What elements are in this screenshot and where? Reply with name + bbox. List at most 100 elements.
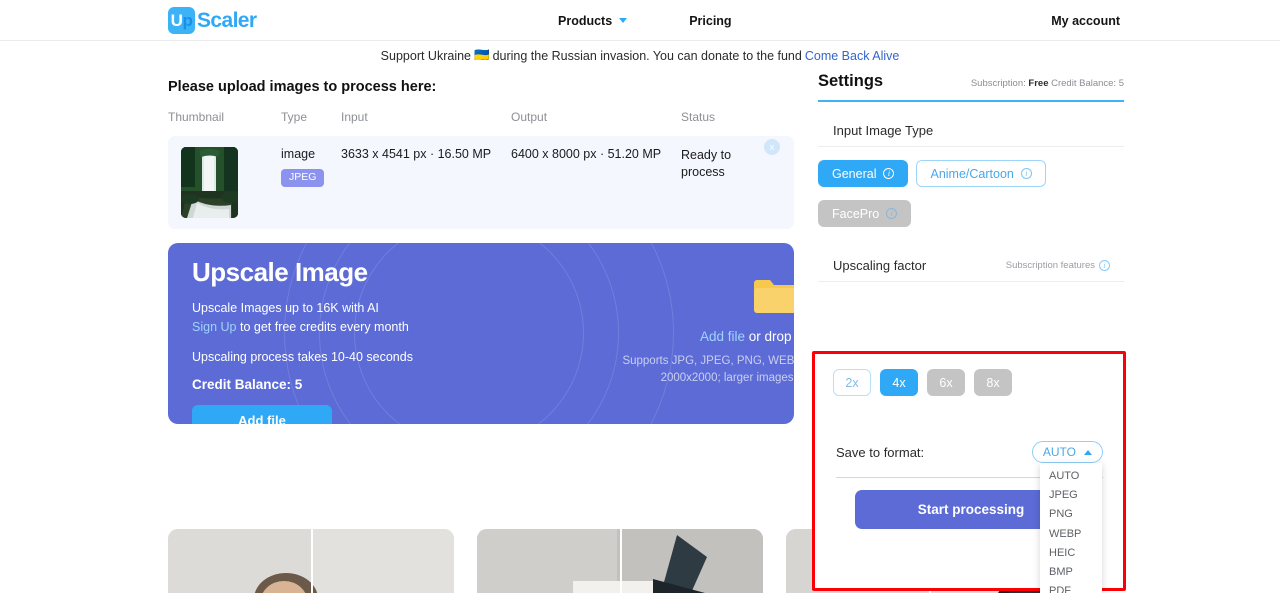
- settings-underline: [818, 100, 1124, 102]
- input-image-type-row: Input Image Type: [818, 114, 1124, 147]
- input-image-type-label: Input Image Type: [833, 122, 934, 138]
- cell-input-dimensions: 3633 x 4541 px · 16.50 MP: [341, 147, 492, 161]
- dropzone-prompt: Add file or drop files here: [600, 329, 794, 344]
- factor-8x: 8x: [974, 369, 1012, 396]
- chip-anime-cartoon[interactable]: Anime/Cartoon i: [916, 160, 1046, 187]
- table-header-row: Thumbnail Type Input Output Status: [168, 110, 794, 136]
- logo-letter-u: U: [170, 11, 183, 30]
- save-to-format-label: Save to format:: [836, 444, 925, 460]
- format-option-jpeg[interactable]: JPEG: [1040, 486, 1102, 505]
- dropzone-content: Add file or drop files here Supports JPG…: [600, 277, 794, 386]
- hero-line-2-tail: to get free credits every month: [239, 319, 409, 334]
- dropzone-prompt-rest: or drop files here: [748, 329, 794, 344]
- chip-facepro-label: FacePro: [832, 206, 880, 221]
- cell-output-dimensions: 6400 x 8000 px · 51.20 MP: [511, 147, 662, 161]
- format-select-value: AUTO: [1042, 445, 1076, 459]
- settings-title: Settings: [818, 72, 884, 90]
- chevron-up-icon: [1084, 449, 1092, 455]
- file-format-badge: JPEG: [281, 169, 325, 187]
- format-option-auto[interactable]: AUTO: [1040, 467, 1102, 486]
- save-to-format-row: Save to format: AUTO: [836, 441, 1103, 463]
- nav-products-label: Products: [558, 13, 613, 28]
- format-dropdown-menu: AUTO JPEG PNG WEBP HEIC BMP PDF: [1040, 463, 1102, 593]
- logo-wordmark: Scaler: [197, 8, 257, 32]
- ukraine-support-banner: Support Ukraine 🇺🇦 during the Russian in…: [0, 41, 1280, 70]
- logo-letter-p: p: [182, 11, 193, 30]
- info-icon[interactable]: i: [1099, 259, 1110, 271]
- logo-mark-icon: Up: [168, 7, 195, 34]
- subscription-info: Subscription: Free Credit Balance: 5: [971, 78, 1124, 89]
- format-option-webp[interactable]: WEBP: [1040, 525, 1102, 544]
- status-badge: Ready to process: [681, 148, 732, 179]
- cell-status: Ready to process x: [681, 136, 794, 229]
- nav-account-label: My account: [1051, 13, 1120, 28]
- nav-item-pricing[interactable]: Pricing: [689, 14, 731, 28]
- column-header-type: Type: [281, 110, 308, 124]
- close-icon[interactable]: x: [764, 139, 780, 155]
- page-title: Please upload images to process here:: [168, 79, 437, 95]
- waterfall-thumbnail-graphic: [181, 147, 238, 218]
- nav-item-my-account[interactable]: My account: [1051, 0, 1120, 41]
- nav-pricing-label: Pricing: [689, 13, 732, 28]
- gallery-card-2[interactable]: [477, 529, 763, 593]
- banner-text-after: during the Russian invasion. You can don…: [492, 48, 802, 63]
- column-header-output: Output: [511, 110, 548, 124]
- chip-anime-cartoon-label: Anime/Cartoon: [930, 166, 1014, 181]
- nav-links: Products Pricing: [558, 0, 732, 41]
- hero-line-1: Upscale Images up to 16K with AI: [192, 301, 379, 315]
- column-header-status: Status: [681, 110, 716, 124]
- comparison-divider[interactable]: [620, 529, 622, 593]
- input-image-type-chips-second-row: FacePro i: [818, 200, 1124, 227]
- table-row: image JPEG 3633 x 4541 px · 16.50 MP 640…: [168, 136, 794, 229]
- sign-up-link[interactable]: Sign Up: [192, 320, 236, 334]
- input-image-type-chips: General i Anime/Cartoon i: [818, 160, 1124, 187]
- chip-general[interactable]: General i: [818, 160, 909, 187]
- chevron-down-icon: [619, 18, 628, 23]
- format-option-bmp[interactable]: BMP: [1040, 563, 1102, 582]
- comparison-divider[interactable]: [311, 529, 313, 593]
- folder-icon: [600, 277, 794, 315]
- dropzone-format-note: Supports JPG, JPEG, PNG, WEBP or BMP up …: [622, 355, 794, 384]
- hero-subtitle: Upscale Images up to 16K with AI Sign Up…: [192, 299, 492, 337]
- format-select-button[interactable]: AUTO: [1031, 441, 1103, 463]
- hero-title: Upscale Image: [192, 257, 368, 287]
- file-thumbnail-image: [181, 147, 238, 218]
- hero-credit-balance: Credit Balance: 5: [192, 376, 303, 392]
- come-back-alive-link[interactable]: Come Back Alive: [805, 49, 899, 63]
- column-header-thumbnail: Thumbnail: [168, 110, 225, 124]
- gallery-card-1[interactable]: [168, 529, 454, 593]
- settings-panel: Settings Subscription: Free Credit Balan…: [818, 72, 1124, 282]
- format-option-heic[interactable]: HEIC: [1040, 544, 1102, 563]
- column-header-input: Input: [341, 110, 368, 124]
- factor-2x[interactable]: 2x: [833, 369, 871, 396]
- dropzone-add-file-link[interactable]: Add file: [700, 329, 745, 344]
- cell-type: image JPEG: [281, 136, 341, 229]
- factor-6x: 6x: [927, 369, 965, 396]
- top-navbar: Up Scaler Products Pricing My account: [0, 0, 1280, 41]
- info-icon[interactable]: i: [1020, 168, 1032, 179]
- subscription-features-label: Subscription features: [1005, 259, 1095, 271]
- info-icon[interactable]: i: [886, 208, 898, 219]
- format-option-png[interactable]: PNG: [1040, 505, 1102, 524]
- upscaling-factor-row: Upscaling factor Subscription features i: [818, 249, 1124, 282]
- subscription-label: Subscription:: [970, 78, 1026, 89]
- subscription-features-hint[interactable]: Subscription features i: [1005, 259, 1110, 271]
- ukraine-flag-icon: 🇺🇦: [474, 48, 490, 62]
- nav-item-products[interactable]: Products: [558, 13, 628, 28]
- factor-4x[interactable]: 4x: [880, 369, 918, 396]
- chip-general-label: General: [832, 166, 877, 181]
- add-file-button[interactable]: Add file: [192, 404, 332, 424]
- hero-copy: Upscale Image Upscale Images up to 16K w…: [192, 257, 492, 424]
- info-icon[interactable]: i: [883, 168, 895, 179]
- page-body: Please upload images to process here: Th…: [0, 70, 1280, 593]
- uploaded-files-table: Thumbnail Type Input Output Status image…: [168, 110, 794, 229]
- upscale-hero-dropzone[interactable]: Upscale Image Upscale Images up to 16K w…: [168, 243, 794, 424]
- banner-text-before: Support Ukraine: [380, 48, 471, 63]
- credit-balance-label: Credit Balance: 5: [1051, 78, 1124, 89]
- upload-section: Please upload images to process here: Th…: [168, 79, 794, 424]
- hero-processing-time: Upscaling process takes 10-40 seconds: [192, 349, 413, 364]
- file-type-label: image: [281, 147, 316, 161]
- site-logo[interactable]: Up Scaler: [168, 7, 257, 34]
- upscaling-factor-options: 2x 4x 6x 8x: [833, 369, 1012, 396]
- format-option-pdf[interactable]: PDF: [1040, 582, 1102, 593]
